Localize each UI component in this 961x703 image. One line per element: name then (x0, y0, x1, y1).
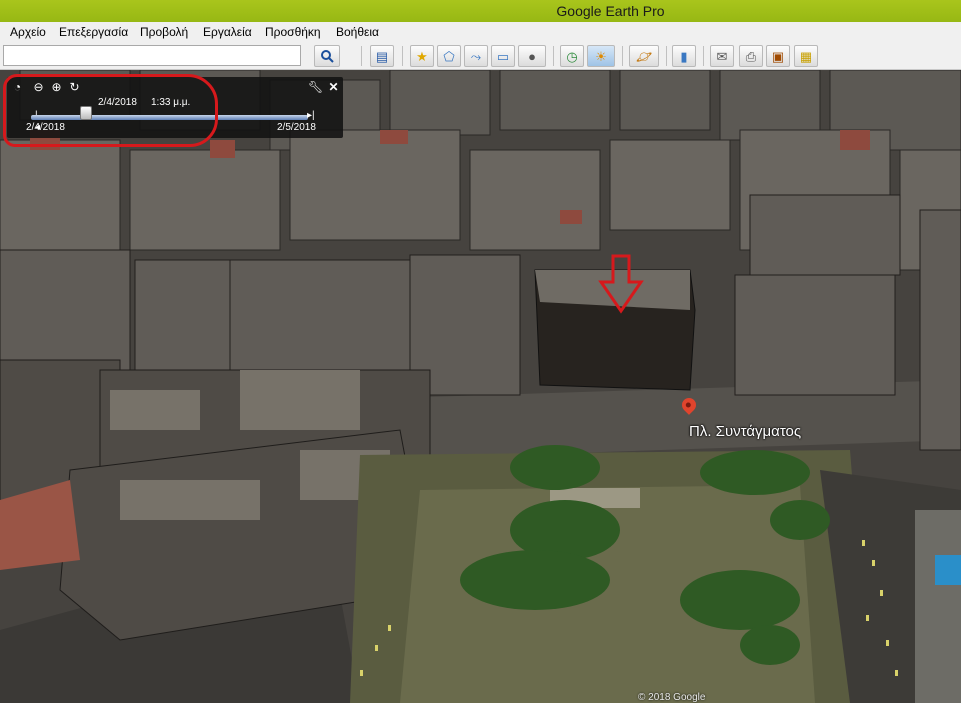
toolbar-separator (553, 46, 554, 66)
print-button[interactable]: ⎙ (739, 45, 763, 67)
menu-edit[interactable]: Επεξεργασία (59, 25, 128, 39)
car (880, 590, 883, 596)
image-overlay-icon: ▭ (496, 48, 510, 64)
map-imagery (0, 70, 961, 703)
path-icon: ⤳ (470, 48, 482, 64)
step-forward-icon[interactable]: ▸| (307, 110, 315, 122)
park-trees (510, 445, 600, 490)
toolbar: ▤ ★ ⬠ ⤳ ▭ ● ◷ ☀ 🪐︎ ▮ ✉ ⎙ ▣ ▦ (0, 42, 961, 70)
sidebar-button[interactable]: ▤ (370, 45, 394, 67)
car (862, 540, 865, 546)
sunlight-icon: ☀ (595, 48, 607, 64)
record-tour-button[interactable]: ● (518, 45, 546, 67)
planets-icon: 🪐︎ (635, 48, 653, 64)
placemark-label[interactable]: Πλ. Συντάγματος (689, 423, 801, 440)
search-input[interactable] (3, 45, 301, 66)
car (388, 625, 391, 631)
email-button[interactable]: ✉ (710, 45, 734, 67)
historical-imagery-icon: ◷ (566, 48, 578, 64)
car (886, 640, 889, 646)
annotation-arrow-icon (598, 254, 644, 314)
close-icon[interactable]: ✕ (327, 81, 340, 94)
menu-tools[interactable]: Εργαλεία (203, 25, 252, 39)
sidebar-icon: ▤ (375, 48, 389, 64)
menu-bar: Αρχείο Επεξεργασία Προβολή Εργαλεία Προσ… (0, 22, 961, 42)
toolbar-separator (622, 46, 623, 66)
park-trees (770, 500, 830, 540)
car (895, 670, 898, 676)
menu-help[interactable]: Βοήθεια (336, 25, 379, 39)
window-title: Google Earth Pro (556, 3, 665, 19)
toolbar-separator (703, 46, 704, 66)
email-icon: ✉ (716, 48, 728, 64)
ruler-icon: ▮ (680, 48, 688, 64)
menu-view[interactable]: Προβολή (140, 25, 188, 39)
wrench-icon[interactable]: 🔧︎ (308, 81, 323, 94)
print-icon: ⎙ (745, 48, 757, 64)
copyright-text: © 2018 Google (638, 692, 706, 703)
menu-file[interactable]: Αρχείο (10, 25, 46, 39)
annotation-circle (3, 74, 218, 147)
add-polygon-button[interactable]: ⬠ (437, 45, 461, 67)
car (866, 615, 869, 621)
save-image-icon: ▣ (771, 48, 785, 64)
planets-button[interactable]: 🪐︎ (629, 45, 659, 67)
car (872, 560, 875, 566)
historical-imagery-button[interactable]: ◷ (560, 45, 584, 67)
end-date: 2/5/2018 (277, 122, 316, 133)
search-icon (321, 50, 334, 63)
park-trees (700, 450, 810, 495)
record-tour-icon: ● (528, 48, 536, 64)
image-overlay-button[interactable]: ▭ (491, 45, 515, 67)
add-placemark-button[interactable]: ★ (410, 45, 434, 67)
park-trees (460, 550, 610, 610)
sunlight-button[interactable]: ☀ (587, 45, 615, 67)
search-button[interactable] (314, 45, 340, 67)
title-bar: Google Earth Pro (0, 0, 961, 22)
toolbar-separator (361, 46, 362, 66)
placemark-icon: ★ (416, 48, 428, 64)
add-path-button[interactable]: ⤳ (464, 45, 488, 67)
car (375, 645, 378, 651)
toolbar-separator (666, 46, 667, 66)
maps-icon: ▦ (799, 48, 813, 64)
view-in-maps-button[interactable]: ▦ (794, 45, 818, 67)
toolbar-separator (402, 46, 403, 66)
map-view[interactable] (0, 70, 961, 703)
menu-add[interactable]: Προσθήκη (265, 25, 321, 39)
polygon-icon: ⬠ (443, 48, 455, 64)
car (360, 670, 363, 676)
ruler-button[interactable]: ▮ (672, 45, 696, 67)
park-trees (680, 570, 800, 630)
park-trees (740, 625, 800, 665)
save-image-button[interactable]: ▣ (766, 45, 790, 67)
